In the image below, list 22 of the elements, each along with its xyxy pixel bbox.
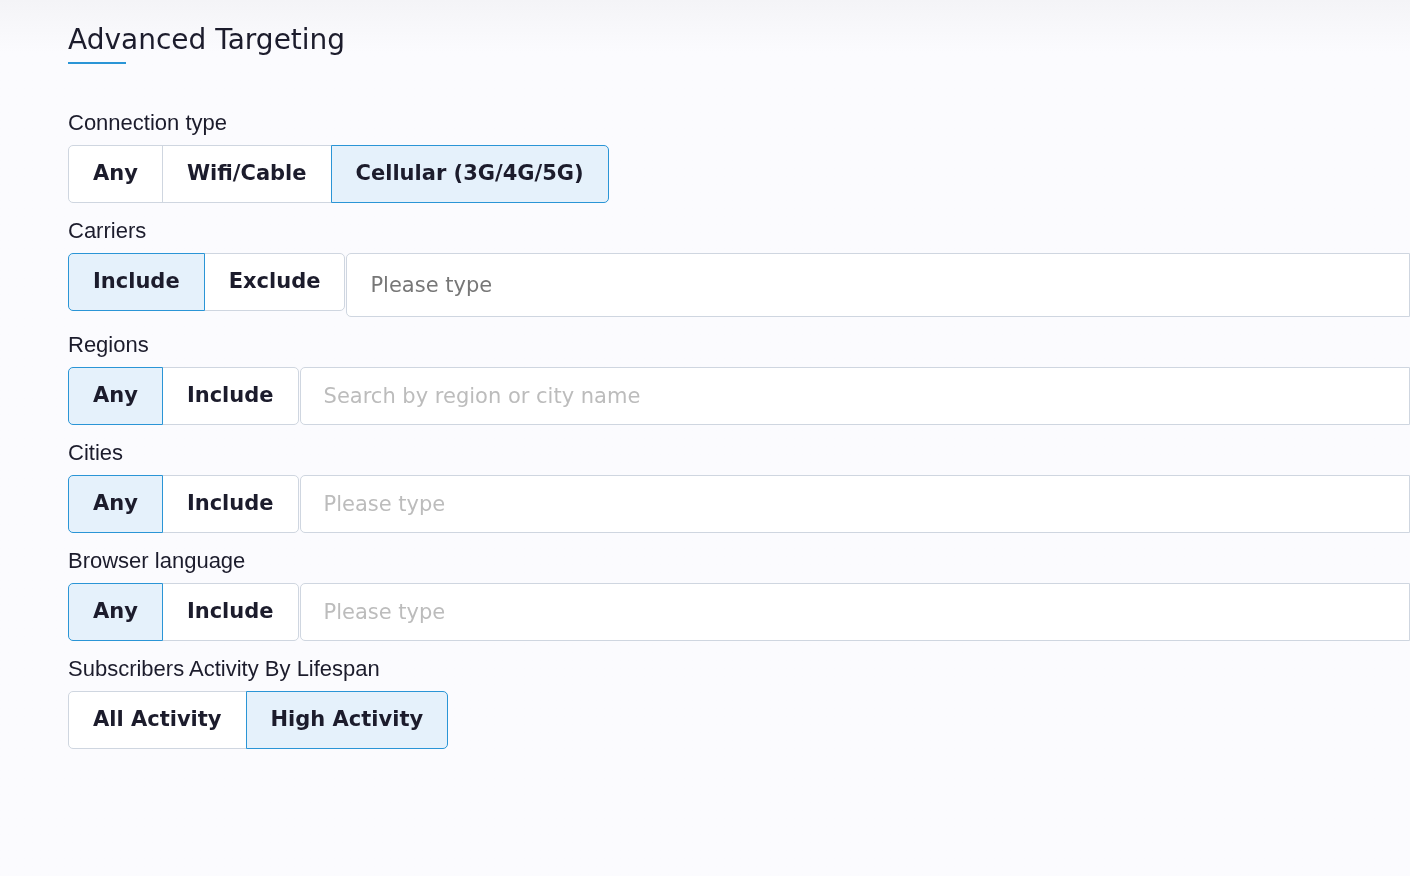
segment-option[interactable]: Any <box>68 145 163 203</box>
field-label: Subscribers Activity By Lifespan <box>68 655 381 683</box>
field-label: Regions <box>68 331 150 359</box>
segment-option[interactable]: Include <box>161 367 299 425</box>
segment-option[interactable]: High Activity <box>245 691 449 749</box>
segment-option[interactable]: Cellular (3G/4G/5G) <box>330 145 609 203</box>
section-title: Advanced Targeting <box>68 22 346 58</box>
field-label: Connection type <box>68 109 228 137</box>
title-underline <box>68 62 126 64</box>
segment-option[interactable]: Wifi/Cable <box>161 145 332 203</box>
segment-option[interactable]: Include <box>161 583 299 641</box>
text-field[interactable]: Please type <box>346 253 1410 317</box>
segment-option[interactable]: Include <box>68 253 205 311</box>
segment-option[interactable]: Any <box>68 475 163 533</box>
segment-option[interactable]: Any <box>68 583 163 641</box>
field-label: Browser language <box>68 547 247 575</box>
segment-option[interactable]: Any <box>68 367 163 425</box>
segment-option[interactable]: Include <box>161 475 299 533</box>
field-label: Cities <box>68 439 124 467</box>
segment-option[interactable]: All Activity <box>68 691 247 749</box>
field-label: Carriers <box>68 217 148 245</box>
segment-option[interactable]: Exclude <box>203 253 346 311</box>
